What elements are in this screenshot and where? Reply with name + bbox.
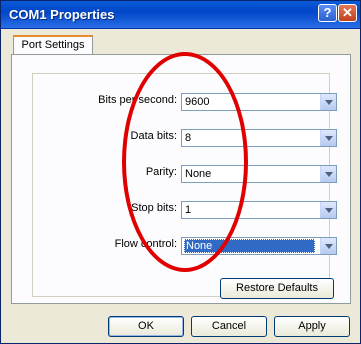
flow-control-select[interactable]: None xyxy=(181,237,337,255)
dialog-window: COM1 Properties ? ✕ Port Settings Bits p… xyxy=(0,0,361,344)
chevron-down-icon[interactable] xyxy=(320,202,336,218)
chevron-down-icon[interactable] xyxy=(320,238,336,254)
close-icon: ✕ xyxy=(342,5,353,20)
ok-button[interactable]: OK xyxy=(108,316,184,337)
stop-bits-label: Stop bits: xyxy=(131,202,177,214)
help-icon: ? xyxy=(323,5,332,20)
stop-bits-select[interactable]: 1 xyxy=(181,201,337,219)
bits-per-second-label: Bits per second: xyxy=(98,94,177,106)
restore-defaults-label: Restore Defaults xyxy=(236,282,318,294)
data-bits-select[interactable]: 8 xyxy=(181,129,337,147)
apply-button[interactable]: Apply xyxy=(274,316,350,337)
apply-label: Apply xyxy=(298,320,326,332)
parity-label: Parity: xyxy=(145,166,177,178)
bits-per-second-select[interactable]: 9600 xyxy=(181,93,337,111)
settings-group: Bits per second: 9600 Data bits: 8 Parit… xyxy=(32,73,337,297)
stop-bits-value: 1 xyxy=(185,204,192,216)
cancel-label: Cancel xyxy=(211,320,247,332)
flow-control-value: None xyxy=(184,239,315,253)
parity-value: None xyxy=(185,168,212,180)
chevron-down-icon[interactable] xyxy=(320,166,336,182)
cancel-button[interactable]: Cancel xyxy=(191,316,267,337)
flow-control-label: Flow control: xyxy=(114,238,177,250)
port-settings-panel: Bits per second: 9600 Data bits: 8 Parit… xyxy=(11,54,351,304)
data-bits-value: 8 xyxy=(185,132,192,144)
chevron-down-icon[interactable] xyxy=(320,130,336,146)
window-title: COM1 Properties xyxy=(9,7,115,22)
help-button[interactable]: ? xyxy=(318,4,337,22)
bits-per-second-value: 9600 xyxy=(185,96,210,108)
tab-label: Port Settings xyxy=(21,39,85,51)
chevron-down-icon[interactable] xyxy=(320,94,336,110)
parity-select[interactable]: None xyxy=(181,165,337,183)
close-button[interactable]: ✕ xyxy=(338,4,357,22)
data-bits-label: Data bits: xyxy=(130,130,177,142)
ok-label: OK xyxy=(138,320,154,332)
restore-defaults-button[interactable]: Restore Defaults xyxy=(220,278,334,299)
tab-port-settings[interactable]: Port Settings xyxy=(13,35,93,55)
title-bar[interactable]: COM1 Properties ? ✕ xyxy=(1,1,360,29)
